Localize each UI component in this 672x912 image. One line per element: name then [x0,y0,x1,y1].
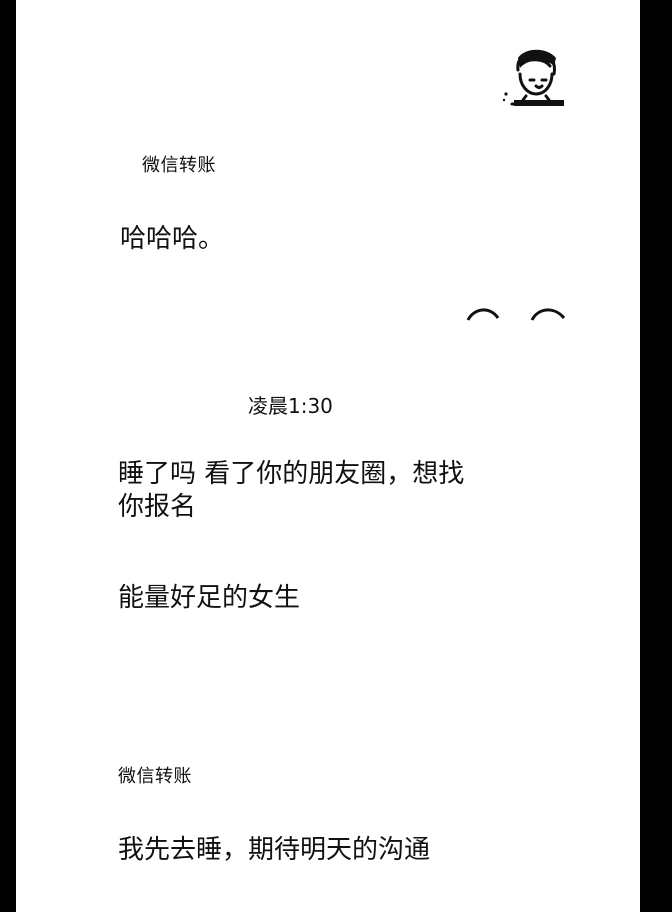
transfer-label[interactable]: 微信转账 [118,762,192,788]
message-text: 能量好足的女生 [118,583,301,613]
message-text: 我先去睡，期待明天的沟通 [118,835,431,865]
message-text: 哈哈哈。 [120,224,225,254]
message-timestamp: 凌晨1:30 [248,394,333,418]
message-text: 睡了吗 看了你的朋友圈，想找你报名 [118,459,465,522]
eyes-emoji-icon [466,308,566,321]
chat-screen: 微信转账 哈哈哈。 凌晨1:30 睡了吗 看了你的朋友圈，想找你报名 能量好足的… [16,0,640,912]
avatar[interactable] [500,46,566,110]
transfer-label[interactable]: 微信转账 [142,151,216,177]
